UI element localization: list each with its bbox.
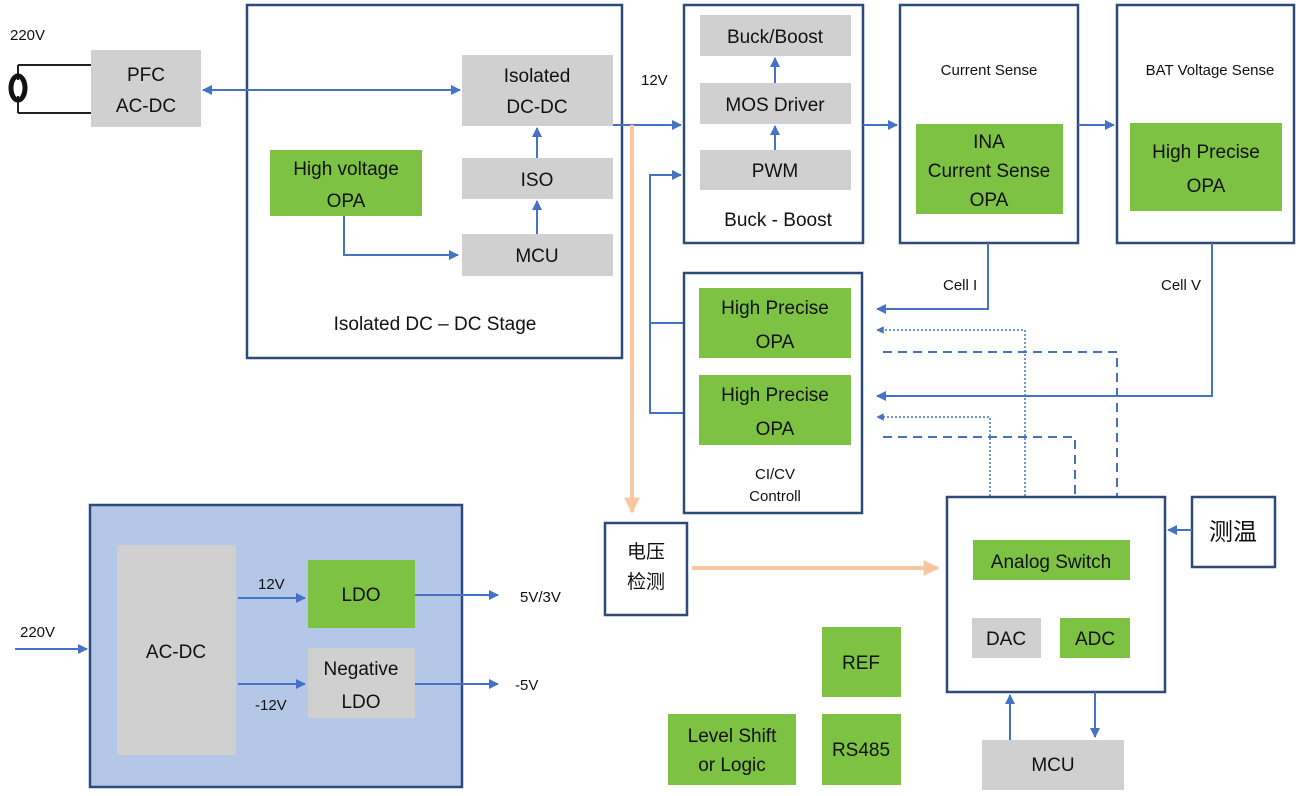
current-sense-title: Current Sense: [941, 62, 1038, 79]
isolated-dcdc-block: Isolated DC-DC: [462, 55, 613, 126]
svg-text:电压: 电压: [627, 541, 665, 563]
svg-text:INA: INA: [973, 132, 1005, 153]
svg-text:Negative: Negative: [324, 659, 399, 680]
svg-text:LDO: LDO: [341, 692, 380, 713]
svg-text:AC-DC: AC-DC: [116, 96, 176, 117]
svg-text:Level Shift: Level Shift: [688, 726, 777, 747]
svg-text:PWM: PWM: [752, 161, 798, 182]
high-voltage-opa-block: High voltage OPA: [270, 150, 422, 216]
cell-i-arrow: [876, 243, 989, 314]
analog-frame: [945, 495, 1167, 694]
svg-text:REF: REF: [842, 653, 880, 674]
cicv-opa-1: High Precise OPA: [699, 288, 851, 358]
aux-input-label: 220V: [20, 624, 55, 641]
ina-opa-block: INA Current Sense OPA: [916, 124, 1063, 214]
voltage-detect-block: [603, 521, 689, 617]
pfc-block: PFC AC-DC: [91, 50, 201, 127]
aux-12v-label: 12V: [258, 576, 285, 593]
neg-ldo-output-label: -5V: [515, 677, 538, 694]
mcu-block: MCU: [982, 740, 1124, 790]
cell-i-label: Cell I: [943, 277, 977, 294]
isolated-mcu-block: MCU: [462, 234, 613, 276]
svg-text:Isolated: Isolated: [504, 66, 571, 87]
svg-text:Current Sense: Current Sense: [928, 161, 1051, 182]
svg-text:OPA: OPA: [970, 190, 1009, 211]
svg-text:RS485: RS485: [832, 740, 890, 761]
level-shift-block: Level Shift or Logic: [668, 714, 796, 785]
svg-text:AC-DC: AC-DC: [146, 642, 206, 663]
mos-driver-block: MOS Driver: [700, 83, 851, 124]
pwm-block: PWM: [700, 150, 851, 190]
ldo-output-label: 5V/3V: [520, 589, 561, 606]
aux-acdc-block: AC-DC: [117, 545, 236, 755]
svg-text:OPA: OPA: [756, 419, 795, 440]
svg-text:OPA: OPA: [327, 191, 366, 212]
analog-switch-block: Analog Switch: [973, 540, 1130, 580]
buck-boost-block: Buck/Boost: [700, 15, 851, 56]
svg-text:High Precise: High Precise: [721, 385, 829, 406]
bat-opa-block: High Precise OPA: [1130, 123, 1282, 211]
svg-text:PFC: PFC: [127, 65, 165, 86]
svg-text:MCU: MCU: [515, 246, 558, 267]
svg-text:High voltage: High voltage: [293, 159, 399, 180]
bat-sense-title: BAT Voltage Sense: [1146, 62, 1275, 79]
cicv-title-2: Controll: [749, 488, 801, 505]
aux-neg12v-label: -12V: [255, 697, 287, 714]
svg-text:Analog Switch: Analog Switch: [991, 552, 1111, 573]
iso-block: ISO: [462, 158, 613, 199]
svg-text:OPA: OPA: [1187, 176, 1226, 197]
svg-text:OPA: OPA: [756, 332, 795, 353]
svg-text:ISO: ISO: [521, 170, 554, 191]
svg-text:测温: 测温: [1209, 519, 1257, 546]
svg-text:High Precise: High Precise: [721, 298, 829, 319]
adc-block: ADC: [1060, 618, 1130, 658]
svg-text:检测: 检测: [627, 571, 665, 593]
negative-ldo-block: Negative LDO: [308, 648, 415, 718]
rail-12v-label: 12V: [641, 72, 668, 89]
isolated-stage-title: Isolated DC – DC Stage: [334, 314, 537, 335]
dac-block: DAC: [972, 618, 1041, 658]
svg-text:MOS Driver: MOS Driver: [725, 95, 825, 116]
rs485-block: RS485: [822, 714, 901, 785]
svg-text:or Logic: or Logic: [698, 755, 766, 776]
svg-text:Buck/Boost: Buck/Boost: [727, 27, 824, 48]
cell-v-arrow: [876, 243, 1213, 401]
svg-text:High Precise: High Precise: [1152, 142, 1260, 163]
buck-boost-title: Buck - Boost: [724, 210, 832, 231]
svg-text:DC-DC: DC-DC: [506, 97, 567, 118]
ldo-block: LDO: [308, 560, 415, 628]
input-voltage-label: 220V: [10, 27, 45, 44]
cicv-opa-2: High Precise OPA: [699, 375, 851, 445]
cell-v-label: Cell V: [1161, 277, 1201, 294]
charger-block-diagram: 220V PFC AC-DC Isolated DC-DC ISO MCU Hi…: [8, 3, 1296, 790]
svg-text:MCU: MCU: [1031, 755, 1074, 776]
ref-block: REF: [822, 627, 901, 697]
svg-text:LDO: LDO: [341, 585, 380, 606]
svg-text:ADC: ADC: [1075, 629, 1115, 650]
cicv-title-1: CI/CV: [755, 466, 795, 483]
svg-text:DAC: DAC: [986, 629, 1026, 650]
ac-source-icon: [8, 64, 91, 114]
